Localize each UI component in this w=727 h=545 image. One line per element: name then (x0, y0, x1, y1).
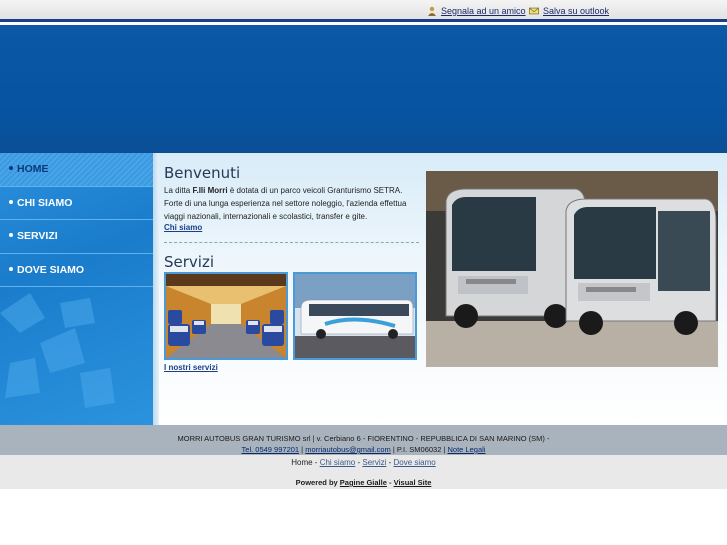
powered-by-label: Powered by (295, 478, 340, 487)
welcome-text-before: La ditta (164, 186, 193, 195)
powered-by: Powered by Pagine Gialle - Visual Site (0, 467, 727, 487)
footer-link-dove-siamo[interactable]: Dove siamo (394, 458, 436, 467)
footer-vat: | P.I. SM06032 | (390, 445, 448, 454)
pagine-gialle-link[interactable]: Pagine Gialle (340, 478, 387, 487)
dashed-divider (164, 242, 419, 243)
coach-thumbnail[interactable] (293, 272, 417, 360)
sidebar-item-home[interactable]: HOME (0, 153, 153, 187)
save-outlook-label: Salva su outlook (543, 6, 610, 16)
header-banner (0, 25, 727, 153)
sidebar-item-dove-siamo[interactable]: DOVE SIAMO (0, 254, 153, 287)
footer-link-home[interactable]: Home (291, 458, 312, 467)
footer-link-separator: - (386, 458, 394, 467)
footer-address: MORRI AUTOBUS GRAN TURISMO srl | v. Cerb… (0, 425, 727, 455)
company-name: F.lli Morri (192, 186, 228, 195)
outlook-icon (529, 7, 539, 15)
coaches-image (426, 171, 718, 367)
bullet-icon (9, 233, 13, 237)
footer-contacts: Tel. 0549 997201 | morriautobus@gmail.co… (0, 444, 727, 455)
bus-interior-image (166, 274, 286, 358)
footer-link-separator: - (312, 458, 320, 467)
footer-link-chi-siamo[interactable]: Chi siamo (320, 458, 356, 467)
footer-nav: Home - Chi siamo - Servizi - Dove siamo … (0, 455, 727, 489)
footer-links: Home - Chi siamo - Servizi - Dove siamo (0, 455, 727, 467)
tell-a-friend-link[interactable]: Segnala ad un amico (427, 6, 526, 16)
sidebar-item-label: DOVE SIAMO (17, 263, 85, 276)
footer-phone[interactable]: Tel. 0549 997201 (242, 445, 300, 454)
footer-email-link[interactable]: morriautobus@gmail.com (305, 445, 391, 454)
bullet-icon (9, 266, 13, 271)
top-utility-bar: Segnala ad un amico Salva su outlook (0, 0, 727, 22)
legal-notes-link[interactable]: Note Legali (448, 445, 486, 454)
person-icon (428, 6, 436, 16)
powered-by-dash: - (386, 478, 394, 487)
chi-siamo-link[interactable]: Chi siamo (164, 223, 202, 232)
bus-interior-thumbnail[interactable] (164, 272, 288, 360)
sidebar-item-label: SERVIZI (17, 230, 58, 242)
footer-link-servizi[interactable]: Servizi (362, 458, 386, 467)
services-title: Servizi (164, 253, 215, 271)
save-outlook-link[interactable]: Salva su outlook (529, 6, 609, 16)
bullet-icon (9, 166, 13, 170)
sidebar-item-chi-siamo[interactable]: CHI SIAMO (0, 187, 153, 220)
visual-site-link[interactable]: Visual Site (394, 478, 432, 487)
coach-image (295, 274, 415, 358)
our-services-link[interactable]: I nostri servizi (164, 363, 218, 372)
sidebar-item-label: CHI SIAMO (17, 196, 73, 209)
welcome-title: Benvenuti (164, 164, 241, 182)
bullet-icon (9, 199, 13, 204)
sidebar-item-servizi[interactable]: SERVIZI (0, 220, 153, 254)
coaches-photo (426, 171, 718, 367)
tell-a-friend-label: Segnala ad un amico (441, 6, 526, 16)
sidebar-decoration (0, 293, 115, 408)
welcome-text: La ditta F.lli Morri è dotata di un parc… (164, 184, 422, 223)
footer-address-line: MORRI AUTOBUS GRAN TURISMO srl | v. Cerb… (177, 434, 550, 443)
page: Segnala ad un amico Salva su outlook HOM… (0, 0, 727, 545)
sidebar-nav: HOME CHI SIAMO SERVIZI DOVE SIAMO (0, 153, 153, 425)
sidebar-item-label: HOME (17, 163, 49, 175)
